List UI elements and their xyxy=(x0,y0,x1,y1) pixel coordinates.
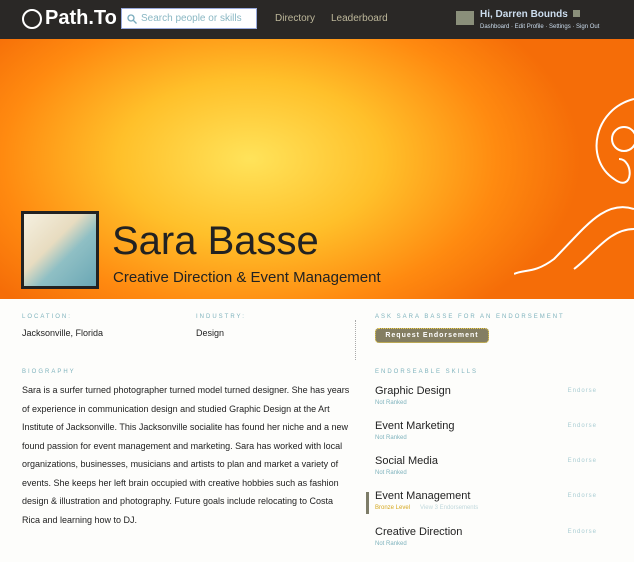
endorse-link[interactable]: Endorse xyxy=(568,423,597,429)
view-endorsements-link[interactable]: View 3 Endorsements xyxy=(420,505,478,511)
skill-item: Graphic Design Not Ranked Endorse xyxy=(375,385,597,406)
skill-item: Creative Direction Not Ranked Endorse xyxy=(375,526,597,547)
swirl-decoration-icon xyxy=(514,98,634,275)
skill-rank: Bronze Level xyxy=(375,505,411,511)
skill-rank: Not Ranked xyxy=(375,470,407,476)
endorse-link[interactable]: Endorse xyxy=(568,529,597,535)
biography-label: Biography xyxy=(22,369,76,375)
skill-name: Event Management xyxy=(375,490,471,502)
skill-rank-row: Bronze Level View 3 Endorsements xyxy=(375,505,597,511)
greeting-row: Hi, Darren Bounds xyxy=(480,9,580,20)
nav-leaderboard[interactable]: Leaderboard xyxy=(331,13,388,24)
skill-rank: Not Ranked xyxy=(375,541,407,547)
selected-skill-marker xyxy=(366,492,369,514)
top-bar: Path.To Directory Leaderboard Hi, Darren… xyxy=(0,0,634,39)
logo[interactable]: Path.To xyxy=(22,7,117,30)
biography-text: Sara is a surfer turned photographer tur… xyxy=(22,385,350,525)
endorse-link[interactable]: Endorse xyxy=(568,493,597,499)
skill-item: Social Media Not Ranked Endorse xyxy=(375,455,597,476)
skill-item: Event Marketing Not Ranked Endorse xyxy=(375,420,597,441)
skill-name: Creative Direction xyxy=(375,526,463,538)
nav-directory[interactable]: Directory xyxy=(275,13,315,24)
industry-label: Industry: xyxy=(196,314,246,320)
skill-rank: Not Ranked xyxy=(375,400,407,406)
user-avatar[interactable] xyxy=(456,11,474,25)
logo-icon xyxy=(22,8,42,29)
skills-label: Endorseable Skills xyxy=(375,369,479,375)
industry-value: Design xyxy=(196,328,225,338)
endorse-link[interactable]: Endorse xyxy=(568,458,597,464)
logo-text: Path.To xyxy=(45,7,117,29)
profile-banner: Sara Basse Creative Direction & Event Ma… xyxy=(0,39,634,299)
search-input[interactable] xyxy=(141,13,251,24)
location-label: Location: xyxy=(22,314,72,320)
skill-name: Event Marketing xyxy=(375,420,455,432)
greeting: Hi, Darren Bounds xyxy=(480,9,568,20)
request-endorsement-button[interactable]: Request Endorsement xyxy=(375,328,489,343)
status-icon xyxy=(572,10,580,17)
location-value: Jacksonville, Florida xyxy=(22,328,104,338)
search-box xyxy=(121,8,257,29)
endorse-link[interactable]: Endorse xyxy=(568,388,597,394)
profile-title: Creative Direction & Event Management xyxy=(113,269,381,286)
profile-name: Sara Basse xyxy=(112,219,319,263)
skill-item: Event Management Bronze Level View 3 Endor… xyxy=(375,490,597,511)
ask-endorsement-label: Ask Sara Basse for an endorsement xyxy=(375,314,565,320)
skill-name: Social Media xyxy=(375,455,438,467)
user-links[interactable]: Dashboard · Edit Profile · Settings · Si… xyxy=(480,24,599,30)
search-icon xyxy=(127,13,137,24)
skill-name: Graphic Design xyxy=(375,385,451,397)
skill-rank: Not Ranked xyxy=(375,435,407,441)
profile-photo xyxy=(21,211,99,289)
column-divider xyxy=(355,320,356,360)
